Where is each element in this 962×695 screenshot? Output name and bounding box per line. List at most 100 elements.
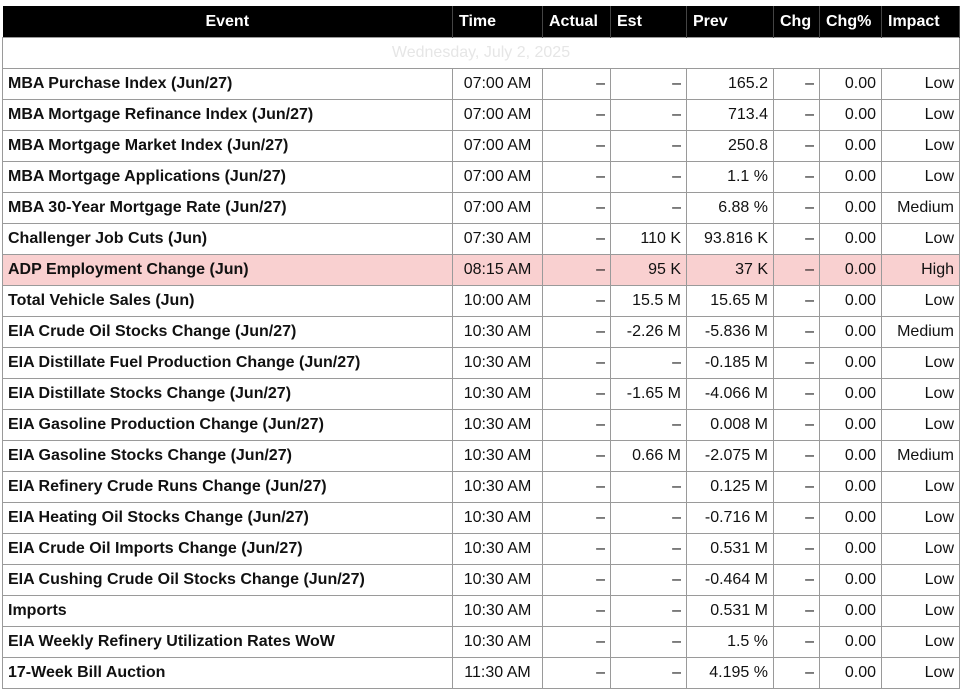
- event-actual: –: [542, 502, 611, 534]
- event-chg-pct: 0.00: [819, 502, 882, 534]
- date-label: Wednesday, July 2, 2025: [2, 37, 960, 69]
- event-chg-pct: 0.00: [819, 130, 882, 162]
- event-name: EIA Gasoline Production Change (Jun/27): [2, 409, 453, 441]
- event-time: 10:30 AM: [452, 502, 543, 534]
- table-row[interactable]: EIA Gasoline Stocks Change (Jun/27) 10:30…: [2, 440, 960, 472]
- event-prev: 0.008 M: [686, 409, 774, 441]
- event-prev: -0.716 M: [686, 502, 774, 534]
- event-est: -1.65 M: [610, 378, 687, 410]
- event-prev: -0.464 M: [686, 564, 774, 596]
- table-row[interactable]: EIA Crude Oil Imports Change (Jun/27) 10:…: [2, 533, 960, 565]
- table-row[interactable]: MBA 30-Year Mortgage Rate (Jun/27) 07:00 …: [2, 192, 960, 224]
- event-prev: 0.125 M: [686, 471, 774, 503]
- table-row[interactable]: EIA Heating Oil Stocks Change (Jun/27) 10…: [2, 502, 960, 534]
- event-est: –: [610, 502, 687, 534]
- table-row[interactable]: EIA Gasoline Production Change (Jun/27) 1…: [2, 409, 960, 441]
- event-impact: Low: [881, 657, 960, 689]
- table-row[interactable]: MBA Mortgage Market Index (Jun/27) 07:00 …: [2, 130, 960, 162]
- event-impact: Medium: [881, 440, 960, 472]
- table-row[interactable]: MBA Purchase Index (Jun/27) 07:00 AM – –165…: [2, 68, 960, 100]
- event-est: –: [610, 409, 687, 441]
- table-row[interactable]: EIA Cushing Crude Oil Stocks Change (Jun…: [2, 564, 960, 596]
- event-impact: Low: [881, 161, 960, 193]
- economic-calendar-table: Event Time Actual Est Prev Chg Chg% Impa…: [2, 6, 960, 689]
- event-chg-pct: 0.00: [819, 285, 882, 317]
- event-impact: Low: [881, 533, 960, 565]
- event-prev: -5.836 M: [686, 316, 774, 348]
- table-row[interactable]: EIA Weekly Refinery Utilization Rates Wo…: [2, 626, 960, 658]
- header-prev[interactable]: Prev: [686, 6, 774, 38]
- event-impact: Low: [881, 285, 960, 317]
- table-row[interactable]: EIA Refinery Crude Runs Change (Jun/27) 1…: [2, 471, 960, 503]
- event-name: MBA Purchase Index (Jun/27): [2, 68, 453, 100]
- event-name: Imports: [2, 595, 453, 627]
- event-time: 07:00 AM: [452, 68, 543, 100]
- event-chg: –: [773, 68, 820, 100]
- table-row[interactable]: Total Vehicle Sales (Jun) 10:00 AM –15.5 M…: [2, 285, 960, 317]
- event-name: Total Vehicle Sales (Jun): [2, 285, 453, 317]
- header-chg[interactable]: Chg: [773, 6, 820, 38]
- event-est: 15.5 M: [610, 285, 687, 317]
- table-row[interactable]: 17-Week Bill Auction 11:30 AM – –4.195 % –0.…: [2, 657, 960, 689]
- table-row[interactable]: EIA Distillate Stocks Change (Jun/27) 10:…: [2, 378, 960, 410]
- event-chg: –: [773, 595, 820, 627]
- event-prev: 1.5 %: [686, 626, 774, 658]
- event-est: 0.66 M: [610, 440, 687, 472]
- table-row[interactable]: MBA Mortgage Applications (Jun/27) 07:00 …: [2, 161, 960, 193]
- event-name: EIA Heating Oil Stocks Change (Jun/27): [2, 502, 453, 534]
- event-chg-pct: 0.00: [819, 440, 882, 472]
- table-row[interactable]: MBA Mortgage Refinance Index (Jun/27) 07:…: [2, 99, 960, 131]
- event-chg: –: [773, 378, 820, 410]
- event-name: EIA Crude Oil Imports Change (Jun/27): [2, 533, 453, 565]
- header-chg-pct[interactable]: Chg%: [819, 6, 882, 38]
- header-actual[interactable]: Actual: [542, 6, 611, 38]
- event-actual: –: [542, 471, 611, 503]
- header-event[interactable]: Event: [2, 6, 453, 38]
- event-time: 10:00 AM: [452, 285, 543, 317]
- header-row: Event Time Actual Est Prev Chg Chg% Impa…: [2, 6, 960, 38]
- event-impact: Medium: [881, 192, 960, 224]
- table-row[interactable]: Imports 10:30 AM – –0.531 M –0.00 Low: [2, 595, 960, 627]
- event-actual: –: [542, 409, 611, 441]
- table-row[interactable]: EIA Crude Oil Stocks Change (Jun/27) 10:3…: [2, 316, 960, 348]
- event-name: Challenger Job Cuts (Jun): [2, 223, 453, 255]
- event-name: MBA Mortgage Market Index (Jun/27): [2, 130, 453, 162]
- event-prev: 0.531 M: [686, 533, 774, 565]
- event-prev: 4.195 %: [686, 657, 774, 689]
- header-impact[interactable]: Impact: [881, 6, 960, 38]
- event-prev: 1.1 %: [686, 161, 774, 193]
- event-impact: Low: [881, 564, 960, 596]
- event-time: 11:30 AM: [452, 657, 543, 689]
- event-prev: 713.4: [686, 99, 774, 131]
- event-est: 110 K: [610, 223, 687, 255]
- event-est: –: [610, 564, 687, 596]
- event-chg-pct: 0.00: [819, 471, 882, 503]
- event-time: 10:30 AM: [452, 409, 543, 441]
- event-est: –: [610, 657, 687, 689]
- table-row[interactable]: EIA Distillate Fuel Production Change (J…: [2, 347, 960, 379]
- event-impact: Low: [881, 471, 960, 503]
- event-est: –: [610, 192, 687, 224]
- event-name: MBA Mortgage Applications (Jun/27): [2, 161, 453, 193]
- event-chg: –: [773, 130, 820, 162]
- event-chg-pct: 0.00: [819, 192, 882, 224]
- event-est: –: [610, 99, 687, 131]
- event-actual: –: [542, 595, 611, 627]
- table-row[interactable]: ADP Employment Change (Jun) 08:15 AM –95 K…: [2, 254, 960, 286]
- event-impact: Low: [881, 68, 960, 100]
- event-actual: –: [542, 223, 611, 255]
- event-actual: –: [542, 564, 611, 596]
- header-time[interactable]: Time: [452, 6, 543, 38]
- event-time: 10:30 AM: [452, 471, 543, 503]
- event-chg: –: [773, 316, 820, 348]
- event-actual: –: [542, 285, 611, 317]
- event-name: ADP Employment Change (Jun): [2, 254, 453, 286]
- event-chg-pct: 0.00: [819, 564, 882, 596]
- event-actual: –: [542, 68, 611, 100]
- table-row[interactable]: Challenger Job Cuts (Jun) 07:30 AM –110 K9…: [2, 223, 960, 255]
- header-est[interactable]: Est: [610, 6, 687, 38]
- event-time: 10:30 AM: [452, 564, 543, 596]
- event-est: –: [610, 130, 687, 162]
- event-chg: –: [773, 99, 820, 131]
- event-prev: 165.2: [686, 68, 774, 100]
